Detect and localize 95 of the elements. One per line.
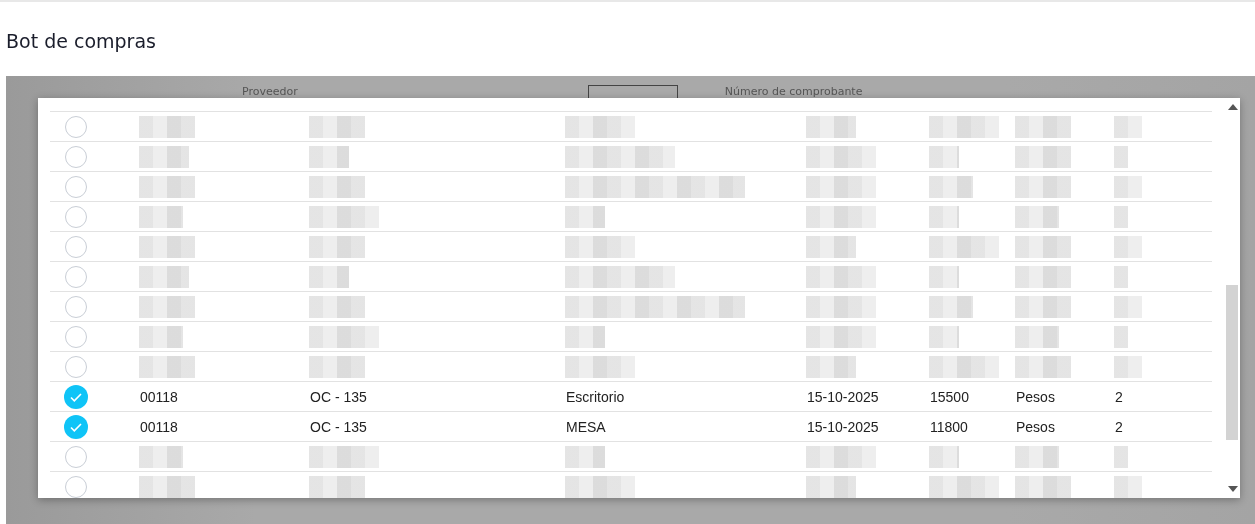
blurred-text (309, 446, 379, 468)
blurred-text (1114, 146, 1128, 168)
blurred-text (1015, 236, 1071, 258)
form-label: Proveedor (242, 85, 298, 98)
blurred-text (1015, 446, 1059, 468)
blurred-text (139, 476, 195, 498)
blurred-text (139, 326, 183, 348)
blurred-text (309, 206, 379, 228)
blurred-text (929, 116, 999, 138)
blurred-text (1114, 266, 1128, 288)
blurred-text (139, 116, 195, 138)
blurred-text (309, 236, 365, 258)
blurred-text (565, 116, 635, 138)
blurred-text (139, 446, 183, 468)
blurred-text (929, 356, 999, 378)
blurred-text (1114, 446, 1128, 468)
blurred-text (309, 176, 365, 198)
blurred-text (565, 356, 635, 378)
blurred-text (309, 326, 379, 348)
table-cell: 2 (1115, 419, 1123, 435)
blurred-text (139, 206, 183, 228)
blurred-text (1114, 116, 1142, 138)
blurred-text (309, 476, 365, 498)
form-label: Número de comprobante (724, 85, 863, 98)
blurred-text (806, 446, 876, 468)
blurred-text (929, 296, 973, 318)
blurred-text (806, 116, 856, 138)
table-cell: 15-10-2025 (807, 389, 879, 405)
table-cell: 00118 (140, 419, 178, 435)
blurred-text (1015, 476, 1071, 498)
blurred-text (1015, 296, 1071, 318)
blurred-text (1015, 206, 1059, 228)
blurred-text (565, 206, 605, 228)
table-cell: 00118 (140, 389, 178, 405)
blurred-text (1015, 266, 1071, 288)
blurred-text (1114, 206, 1128, 228)
blurred-text (309, 266, 349, 288)
blurred-text (309, 356, 365, 378)
table-cell: 2 (1115, 389, 1123, 405)
blurred-text (929, 236, 999, 258)
table-cell: Pesos (1016, 419, 1055, 435)
blurred-text (806, 476, 856, 498)
table-cell: OC - 135 (310, 389, 367, 405)
table-cell: MESA (566, 419, 606, 435)
blurred-text (565, 476, 635, 498)
blurred-text (1015, 146, 1071, 168)
table-cell: Pesos (1016, 389, 1055, 405)
blurred-text (806, 266, 876, 288)
scroll-down-icon[interactable] (1228, 486, 1238, 492)
blurred-text (929, 206, 959, 228)
blurred-text (139, 146, 189, 168)
scroll-up-icon[interactable] (1228, 104, 1238, 110)
blurred-text (806, 176, 876, 198)
blurred-text (1015, 176, 1071, 198)
blurred-text (139, 356, 195, 378)
table-cell: 15500 (930, 389, 969, 405)
blurred-text (309, 146, 349, 168)
blurred-text (139, 296, 195, 318)
blurred-text (1114, 326, 1128, 348)
blurred-text (806, 296, 876, 318)
blurred-text (929, 446, 959, 468)
table-cell: Escritorio (566, 389, 625, 405)
blurred-text (1114, 296, 1142, 318)
blurred-text (565, 446, 605, 468)
table-cell: 11800 (930, 419, 968, 435)
blurred-text (565, 236, 635, 258)
scrollbar[interactable] (1226, 98, 1240, 498)
page-title: Bot de compras (6, 29, 157, 54)
blurred-text (806, 146, 876, 168)
blurred-text (929, 326, 959, 348)
blurred-text (929, 146, 959, 168)
blurred-text (139, 266, 189, 288)
blurred-text (309, 116, 365, 138)
blurred-text (806, 326, 876, 348)
blurred-text (1114, 176, 1142, 198)
blurred-text (929, 176, 973, 198)
blurred-text (565, 326, 605, 348)
blurred-text (806, 236, 856, 258)
blurred-text (1015, 326, 1059, 348)
blurred-text (1015, 356, 1071, 378)
blurred-text (139, 176, 195, 198)
blurred-text (806, 356, 856, 378)
checked-radio-icon[interactable] (64, 384, 88, 409)
blurred-text (1015, 116, 1071, 138)
blurred-text (139, 236, 195, 258)
checked-radio-icon[interactable] (64, 414, 88, 439)
blurred-text (1114, 236, 1142, 258)
blurred-text (929, 266, 959, 288)
blurred-text (806, 206, 876, 228)
blurred-text (309, 296, 365, 318)
blurred-text (1114, 476, 1142, 498)
blurred-text (1114, 356, 1142, 378)
table-cell: 15-10-2025 (807, 419, 879, 435)
blurred-text (929, 476, 999, 498)
table-cell: OC - 135 (310, 419, 367, 435)
